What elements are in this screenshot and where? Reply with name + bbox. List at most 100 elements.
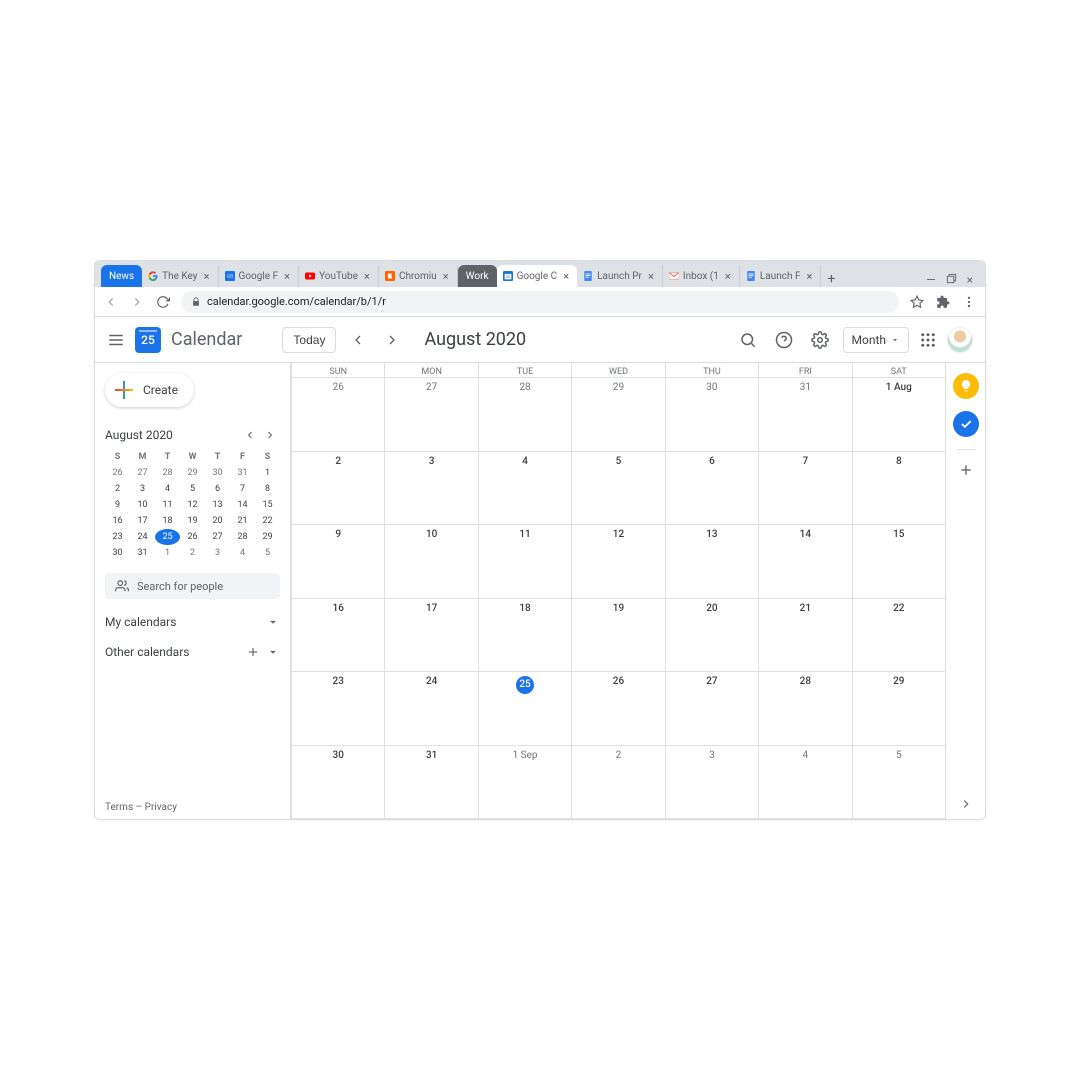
star-icon[interactable] [909,295,925,309]
menu-icon[interactable] [107,331,125,349]
terms-link[interactable]: Terms [105,802,133,813]
day-cell[interactable]: 1 Sep [478,746,571,819]
day-cell[interactable]: 20 [665,599,758,672]
day-cell[interactable]: 26 [291,378,384,451]
more-icon[interactable] [961,295,977,309]
address-field[interactable]: calendar.google.com/calendar/b/1/r [181,291,899,313]
day-cell[interactable]: 13 [665,525,758,598]
day-cell[interactable]: 28 [478,378,571,451]
close-icon[interactable]: × [282,271,292,281]
close-icon[interactable]: × [362,271,372,281]
day-cell[interactable]: 12 [571,525,664,598]
mini-day-cell[interactable]: 23 [105,529,130,545]
day-cell[interactable]: 3 [384,452,477,525]
mini-day-cell[interactable]: 17 [130,513,155,529]
settings-icon[interactable] [807,327,833,353]
mini-day-cell[interactable]: 3 [130,481,155,497]
day-cell[interactable]: 25 [478,672,571,745]
add-calendar-button[interactable] [246,645,260,659]
day-cell[interactable]: 27 [384,378,477,451]
day-cell[interactable]: 1 Aug [852,378,945,451]
other-calendars-section[interactable]: Other calendars [105,645,280,659]
mini-day-cell[interactable]: 29 [180,465,205,481]
mini-day-cell[interactable]: 19 [180,513,205,529]
day-cell[interactable]: 10 [384,525,477,598]
mini-calendar[interactable]: SMTWTFS 26272829303112345678910111213141… [105,449,280,561]
mini-day-cell[interactable]: 20 [205,513,230,529]
mini-day-cell[interactable]: 28 [230,529,255,545]
day-cell[interactable]: 2 [291,452,384,525]
browser-tab[interactable]: YouTube× [299,265,379,287]
browser-tab[interactable]: 25Google C× [497,265,578,287]
search-icon[interactable] [735,327,761,353]
tab-group-news[interactable]: News [101,265,142,287]
day-cell[interactable]: 5 [571,452,664,525]
day-cell[interactable]: 27 [665,672,758,745]
day-cell[interactable]: 14 [758,525,851,598]
day-cell[interactable]: 31 [758,378,851,451]
day-cell[interactable]: 24 [384,672,477,745]
help-icon[interactable] [771,327,797,353]
day-cell[interactable]: 9 [291,525,384,598]
view-selector[interactable]: Month [843,327,909,353]
day-cell[interactable]: 30 [291,746,384,819]
mini-day-cell[interactable]: 24 [130,529,155,545]
mini-day-cell[interactable]: 31 [130,545,155,561]
close-icon[interactable]: × [646,271,656,281]
mini-day-cell[interactable]: 1 [155,545,180,561]
day-cell[interactable]: 30 [665,378,758,451]
mini-day-cell[interactable]: 26 [105,465,130,481]
day-cell[interactable]: 26 [571,672,664,745]
close-icon[interactable]: × [441,271,451,281]
collapse-sidepanel-button[interactable] [959,797,973,811]
mini-day-cell[interactable]: 10 [130,497,155,513]
close-icon[interactable]: × [804,271,814,281]
mini-prev-button[interactable] [240,427,260,443]
forward-icon[interactable] [129,295,145,309]
day-cell[interactable]: 16 [291,599,384,672]
day-cell[interactable]: 29 [852,672,945,745]
mini-day-cell[interactable]: 18 [155,513,180,529]
mini-day-cell[interactable]: 5 [255,545,280,561]
day-cell[interactable]: 19 [571,599,664,672]
new-tab-button[interactable]: + [821,271,841,287]
mini-day-cell[interactable]: 15 [255,497,280,513]
day-cell[interactable]: 29 [571,378,664,451]
mini-day-cell[interactable]: 1 [255,465,280,481]
maximize-icon[interactable] [946,273,957,287]
day-cell[interactable]: 7 [758,452,851,525]
browser-tab[interactable]: The Key× [142,265,218,287]
day-cell[interactable]: 18 [478,599,571,672]
close-icon[interactable]: × [561,271,571,281]
avatar[interactable] [947,327,973,353]
day-cell[interactable]: 23 [291,672,384,745]
mini-day-cell[interactable]: 28 [155,465,180,481]
privacy-link[interactable]: Privacy [145,802,177,813]
close-icon[interactable]: × [202,271,212,281]
prev-month-button[interactable] [346,328,370,352]
mini-day-cell[interactable]: 29 [255,529,280,545]
mini-day-cell[interactable]: 31 [230,465,255,481]
day-cell[interactable]: 21 [758,599,851,672]
minimize-icon[interactable]: — [926,273,935,287]
tab-group-work[interactable]: Work [458,265,497,287]
mini-day-cell[interactable]: 8 [255,481,280,497]
mini-day-cell[interactable]: 6 [205,481,230,497]
day-cell[interactable]: 3 [665,746,758,819]
add-sidepanel-button[interactable] [958,462,974,478]
mini-day-cell[interactable]: 14 [230,497,255,513]
apps-icon[interactable] [919,331,937,349]
create-button[interactable]: Create [105,373,194,407]
mini-day-cell[interactable]: 3 [205,545,230,561]
keep-icon[interactable] [953,373,979,399]
browser-tab[interactable]: Launch F× [740,265,822,287]
my-calendars-section[interactable]: My calendars [105,615,280,629]
mini-day-cell[interactable]: 30 [105,545,130,561]
mini-day-cell[interactable]: 7 [230,481,255,497]
browser-tab[interactable]: GBGoogle F× [219,265,300,287]
day-cell[interactable]: 31 [384,746,477,819]
mini-day-cell[interactable]: 26 [180,529,205,545]
mini-day-cell[interactable]: 25 [155,529,180,545]
mini-day-cell[interactable]: 11 [155,497,180,513]
day-cell[interactable]: 4 [478,452,571,525]
